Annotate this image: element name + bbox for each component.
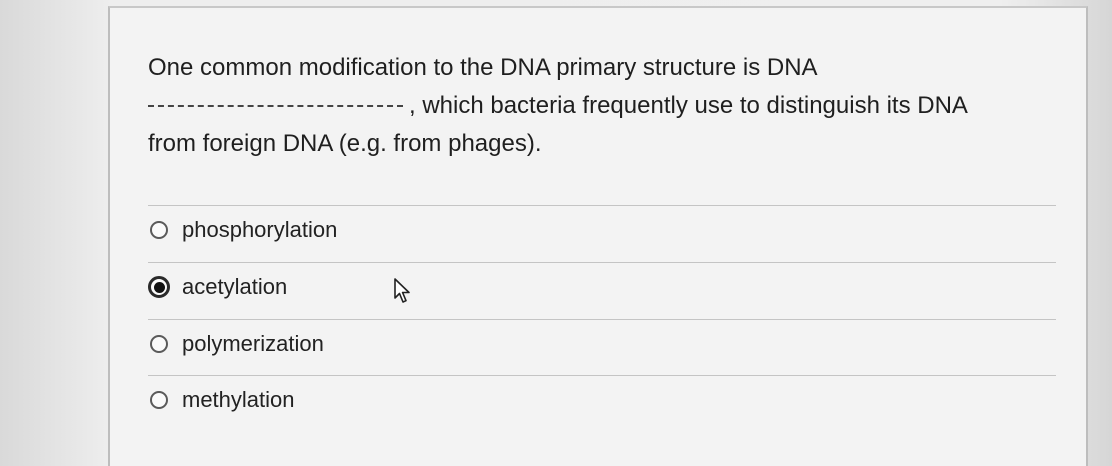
radio-button-unchecked-icon[interactable]: [150, 221, 168, 239]
option-polymerization[interactable]: polymerization: [150, 329, 324, 359]
question-line-1: One common modification to the DNA prima…: [148, 54, 818, 81]
option-acetylation[interactable]: acetylation: [148, 272, 288, 302]
question-text: One common modification to the DNA prima…: [148, 49, 1028, 163]
divider: [148, 319, 1056, 320]
divider: [148, 205, 1056, 206]
question-line-3: from foreign DNA (e.g. from phages).: [148, 130, 542, 157]
question-line-2-text: , which bacteria frequently use to disti…: [409, 92, 968, 119]
option-label: polymerization: [182, 331, 324, 356]
option-label: acetylation: [182, 274, 288, 299]
option-label: methylation: [182, 387, 295, 412]
radio-button-checked-icon[interactable]: [148, 276, 170, 298]
option-label: phosphorylation: [182, 217, 338, 242]
question-line-2: , which bacteria frequently use to disti…: [148, 87, 1028, 125]
option-phosphorylation[interactable]: phosphorylation: [150, 215, 337, 245]
option-methylation[interactable]: methylation: [150, 385, 295, 415]
mouse-pointer-icon: [393, 278, 413, 309]
divider: [148, 262, 1056, 263]
radio-button-unchecked-icon[interactable]: [150, 391, 168, 409]
radio-button-unchecked-icon[interactable]: [150, 335, 168, 353]
divider: [148, 375, 1056, 376]
answer-blank: [148, 105, 403, 107]
